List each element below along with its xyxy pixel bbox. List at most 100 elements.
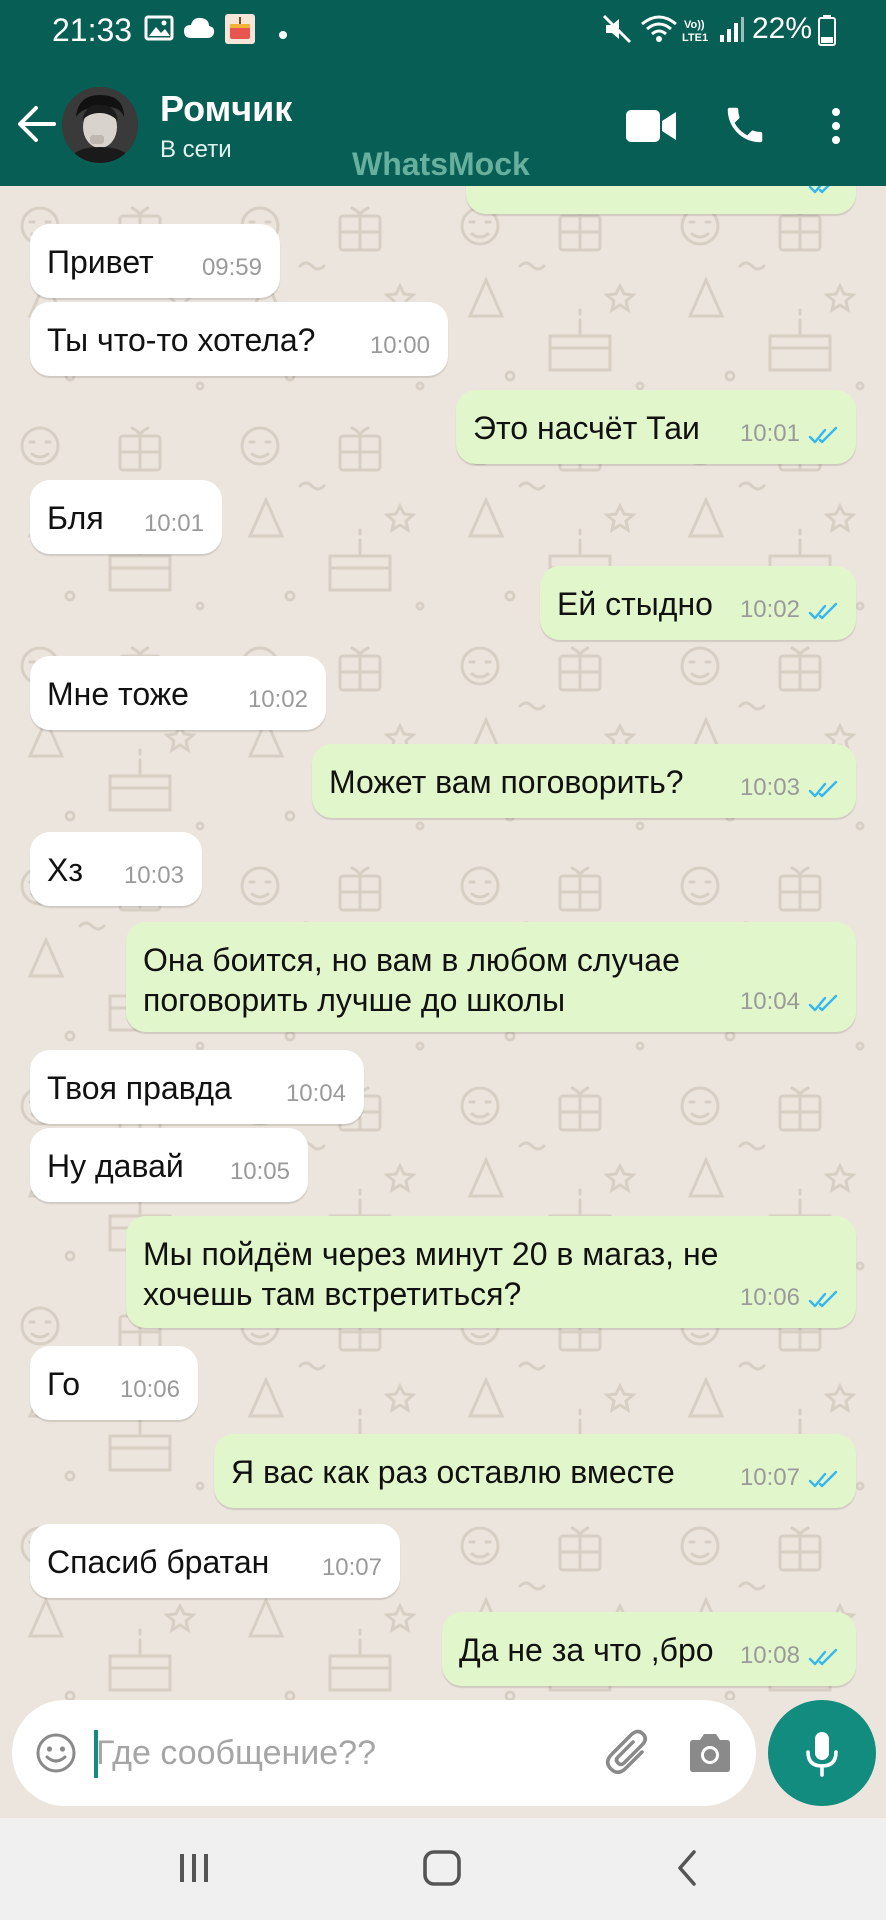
back-nav-button[interactable]	[672, 1848, 702, 1893]
video-call-icon	[626, 110, 676, 142]
message-time: 10:04	[285, 1080, 346, 1107]
message-bubble-incoming[interactable]: Ты что-то хотела? 10:00	[30, 302, 448, 376]
screen: 21:33 Vo)) LTE1 22% Ромчик В сети Привет…	[0, 0, 886, 1920]
contact-status: В сети	[160, 136, 232, 163]
battery-icon	[818, 14, 836, 51]
message-bubble-incoming[interactable]: Спасиб братан 10:07	[30, 1524, 400, 1598]
message-time: 10:07	[739, 1464, 800, 1491]
message-text: Да не за что ,бро	[459, 1632, 714, 1668]
contact-name[interactable]: Ромчик	[160, 88, 292, 130]
system-nav-bar	[0, 1818, 886, 1920]
microphone-icon	[806, 1732, 838, 1777]
recent-apps-button[interactable]	[176, 1848, 212, 1893]
message-text: Твоя правда	[47, 1070, 232, 1106]
svg-text:LTE1: LTE1	[682, 32, 708, 44]
message-bubble-outgoing[interactable]: Мы пойдём через минут 20 в магаз, не хоч…	[126, 1216, 856, 1328]
dot-icon	[278, 27, 288, 45]
camera-button[interactable]	[686, 1731, 734, 1775]
message-text: Спасиб братан	[47, 1544, 270, 1580]
app-notification-icon	[224, 13, 256, 50]
message-time: 10:06	[739, 1284, 800, 1311]
double-check-icon	[808, 186, 830, 194]
more-options-button[interactable]	[826, 106, 846, 146]
mute-icon	[602, 14, 634, 49]
message-bubble-outgoing[interactable]: Ей стыдно 10:02	[540, 566, 856, 640]
message-time: 10:03	[739, 774, 800, 801]
message-input[interactable]	[96, 1720, 586, 1786]
message-time: 10:02	[247, 686, 308, 713]
message-bubble-incoming[interactable]: Мне тоже 10:02	[30, 656, 326, 730]
recents-icon	[180, 1854, 208, 1882]
emoji-icon	[36, 1733, 76, 1773]
lte-icon: Vo)) LTE1	[682, 16, 712, 49]
message-text: Хз	[47, 852, 84, 888]
status-bar: 21:33 Vo)) LTE1 22%	[0, 0, 886, 62]
double-check-icon	[808, 780, 838, 798]
message-text: Ей стыдно	[557, 586, 713, 622]
gallery-icon	[144, 14, 174, 47]
arrow-left-icon	[18, 106, 56, 142]
message-text: Это насчёт Таи	[473, 410, 700, 446]
double-check-icon	[808, 1648, 838, 1666]
chat-area[interactable]: Привет 09:59 Ты что-то хотела? 10:00 Это…	[0, 186, 886, 1700]
battery-percent: 22%	[752, 12, 813, 45]
double-check-icon	[808, 426, 838, 444]
more-vert-icon	[832, 108, 840, 144]
status-time: 21:33	[52, 12, 133, 48]
message-text: Может вам поговорить?	[329, 764, 684, 800]
message-bubble-partial[interactable]	[466, 186, 856, 214]
message-time: 09:59	[201, 254, 262, 281]
message-time: 10:06	[119, 1376, 180, 1403]
cloud-icon	[182, 14, 216, 47]
message-composer	[12, 1700, 756, 1806]
double-check-icon	[808, 1470, 838, 1488]
message-time: 10:08	[739, 1642, 800, 1669]
double-check-icon	[808, 994, 838, 1012]
message-bubble-outgoing[interactable]: Да не за что ,бро 10:08	[442, 1612, 856, 1686]
camera-icon	[690, 1734, 730, 1772]
message-text: Она боится, но вам в любом случае погово…	[143, 942, 680, 1018]
paperclip-icon	[605, 1729, 648, 1775]
message-bubble-incoming[interactable]: Ну давай 10:05	[30, 1128, 308, 1202]
home-button[interactable]	[420, 1848, 464, 1893]
message-bubble-incoming[interactable]: Твоя правда 10:04	[30, 1050, 364, 1124]
watermark: WhatsMock	[352, 146, 530, 182]
message-time: 10:01	[739, 420, 800, 447]
message-time: 10:00	[369, 332, 430, 359]
message-time: 10:05	[229, 1158, 290, 1185]
avatar[interactable]	[62, 87, 138, 163]
message-text: Ну давай	[47, 1148, 184, 1184]
message-bubble-incoming[interactable]: Привет 09:59	[30, 224, 280, 298]
message-text: Мне тоже	[47, 676, 189, 712]
video-call-button[interactable]	[624, 106, 678, 146]
message-text: Я вас как раз оставлю вместе	[231, 1454, 675, 1490]
message-bubble-incoming[interactable]: Хз 10:03	[30, 832, 202, 906]
double-check-icon	[808, 1290, 838, 1308]
emoji-button[interactable]	[34, 1731, 78, 1775]
message-time: 10:01	[143, 510, 204, 537]
signal-icon	[718, 14, 746, 49]
voice-call-button[interactable]	[722, 102, 768, 148]
message-text: Ты что-то хотела?	[47, 322, 316, 358]
message-text: Бля	[47, 500, 104, 536]
phone-icon	[727, 107, 763, 143]
message-time: 10:02	[739, 596, 800, 623]
message-bubble-incoming[interactable]: Бля 10:01	[30, 480, 222, 554]
voice-message-button[interactable]	[768, 1700, 876, 1806]
message-time: 10:03	[123, 862, 184, 889]
message-time: 10:07	[321, 1554, 382, 1581]
message-bubble-outgoing[interactable]: Может вам поговорить? 10:03	[312, 744, 856, 818]
wifi-icon	[640, 14, 678, 49]
svg-text:Vo)): Vo))	[684, 19, 705, 31]
back-button[interactable]	[14, 102, 58, 146]
message-bubble-outgoing[interactable]: Она боится, но вам в любом случае погово…	[126, 922, 856, 1032]
message-bubble-incoming[interactable]: Го 10:06	[30, 1346, 198, 1420]
attach-button[interactable]	[602, 1728, 656, 1778]
message-time: 10:04	[739, 988, 800, 1015]
message-bubble-outgoing[interactable]: Это насчёт Таи 10:01	[456, 390, 856, 464]
message-text: Привет	[47, 244, 154, 280]
message-bubble-outgoing[interactable]: Я вас как раз оставлю вместе 10:07	[214, 1434, 856, 1508]
message-text: Мы пойдём через минут 20 в магаз, не хоч…	[143, 1236, 719, 1312]
back-chevron-icon	[678, 1850, 696, 1886]
message-text: Го	[47, 1366, 80, 1402]
